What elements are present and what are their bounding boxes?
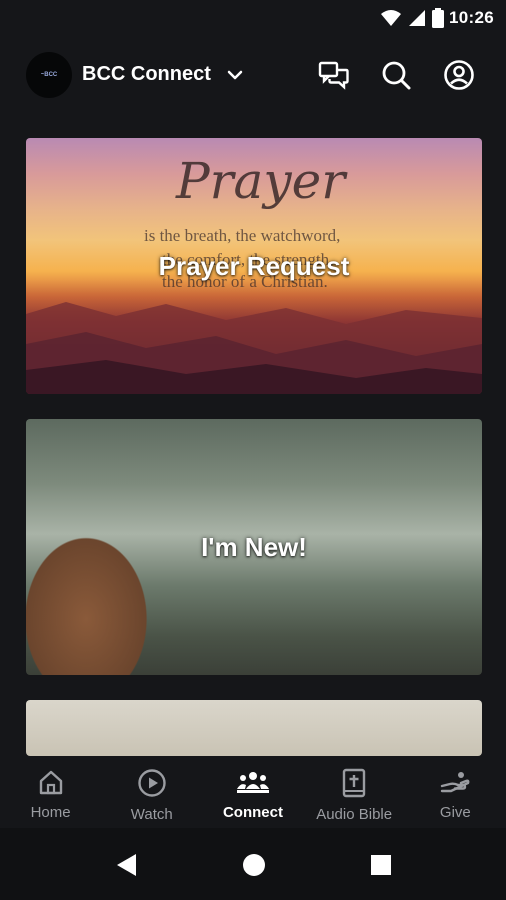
- prayer-request-card[interactable]: Prayer is the breath, the watchword, the…: [26, 138, 482, 394]
- home-circle-icon[interactable]: [241, 852, 267, 878]
- battery-icon: [432, 8, 444, 28]
- nav-item-home[interactable]: Home: [0, 756, 101, 828]
- nav-item-audio-bible[interactable]: Audio Bible: [304, 756, 405, 828]
- im-new-card[interactable]: I'm New!: [26, 419, 482, 675]
- chat-bubbles-icon: [318, 61, 349, 90]
- nav-label: Watch: [130, 806, 173, 823]
- search-icon: [382, 61, 411, 90]
- account-circle-icon: [444, 60, 474, 90]
- church-logo[interactable]: ~BCC: [26, 52, 72, 98]
- app-header: ~BCC BCC Connect: [0, 48, 506, 104]
- system-navigation-bar: [0, 828, 506, 900]
- messages-button[interactable]: [316, 57, 352, 93]
- bottom-navigation: Home Watch Connect Audio Bible Give: [0, 756, 506, 828]
- nav-label: Home: [30, 804, 71, 821]
- nav-label: Connect: [222, 804, 283, 821]
- nav-item-watch[interactable]: Watch: [101, 756, 202, 828]
- nav-label: Audio Bible: [316, 806, 393, 823]
- nav-label: Give: [439, 804, 471, 821]
- status-icons: [380, 8, 444, 28]
- card-image-script: Prayer: [176, 152, 346, 210]
- wifi-icon: [381, 10, 401, 26]
- give-hand-icon: [441, 772, 470, 793]
- play-circle-icon: [138, 769, 166, 797]
- home-icon: [39, 770, 62, 795]
- recents-icon[interactable]: [368, 852, 394, 878]
- status-clock: 10:26: [449, 8, 494, 27]
- people-icon: [236, 772, 269, 793]
- nav-item-give[interactable]: Give: [405, 756, 506, 828]
- card-title: I'm New!: [201, 531, 307, 562]
- logo-text: ~BCC: [40, 72, 58, 78]
- card-image-line-1: is the breath, the watchword,: [144, 226, 341, 245]
- content-card[interactable]: [26, 700, 482, 756]
- signal-icon: [409, 10, 425, 26]
- nav-item-connect[interactable]: Connect: [202, 756, 303, 828]
- search-button[interactable]: [378, 57, 414, 93]
- profile-button[interactable]: [441, 57, 477, 93]
- chevron-down-icon[interactable]: [226, 66, 244, 84]
- status-bar: 10:26: [0, 0, 506, 38]
- app-title[interactable]: BCC Connect: [82, 63, 211, 86]
- bible-icon: [342, 768, 366, 798]
- back-icon[interactable]: [114, 852, 140, 878]
- mountain-silhouette: [26, 302, 482, 394]
- card-title: Prayer Request: [158, 250, 350, 281]
